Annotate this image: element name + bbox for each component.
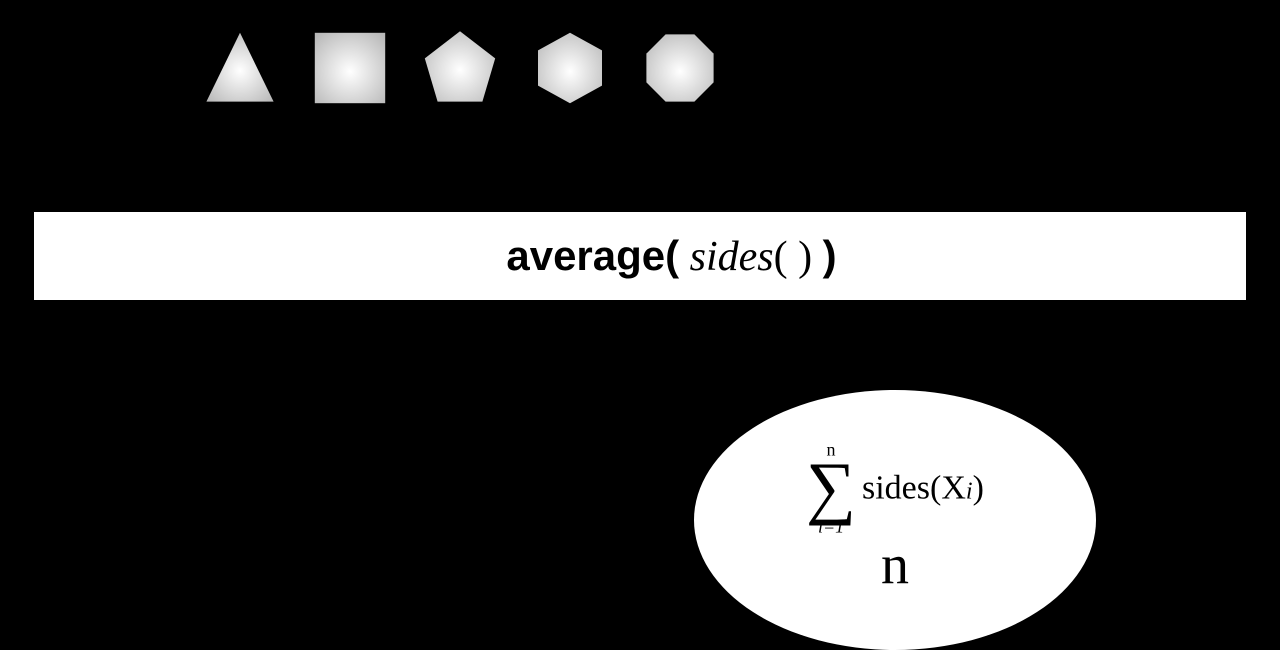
formula-ellipse: n ∑ i=1 sides(Xi) n (694, 390, 1096, 650)
sides-term: sides(Xi) (862, 469, 984, 507)
pentagon-icon (420, 28, 500, 108)
sides-word: sides (862, 469, 930, 506)
i-symbol: i (966, 478, 973, 504)
sides-fn: sides (679, 234, 774, 280)
diagram-canvas: average( sides( ) ) n ∑ i=1 sides(Xi) n (0, 0, 1280, 650)
x-symbol: X (941, 469, 966, 506)
shapes-row (200, 18, 720, 118)
hexagon-icon (530, 28, 610, 108)
expression-banner: average( sides( ) ) (34, 212, 1246, 300)
triangle-icon (200, 28, 280, 108)
sides-paren: ( ) (774, 234, 823, 280)
sum-lower: i=1 (818, 517, 844, 535)
sigma-icon: ∑ (806, 456, 856, 519)
octagon-icon (640, 28, 720, 108)
expression-text: average( sides( ) ) (443, 193, 836, 320)
avg-open: average( (506, 232, 679, 279)
fraction-numerator: n ∑ i=1 sides(Xi) (800, 440, 990, 537)
formula: n ∑ i=1 sides(Xi) n (800, 440, 990, 593)
avg-close: ) (823, 232, 837, 279)
sigma-block: n ∑ i=1 (806, 440, 856, 535)
fraction: n ∑ i=1 sides(Xi) n (800, 440, 990, 593)
square-icon (310, 28, 390, 108)
fraction-denominator: n (881, 534, 909, 596)
